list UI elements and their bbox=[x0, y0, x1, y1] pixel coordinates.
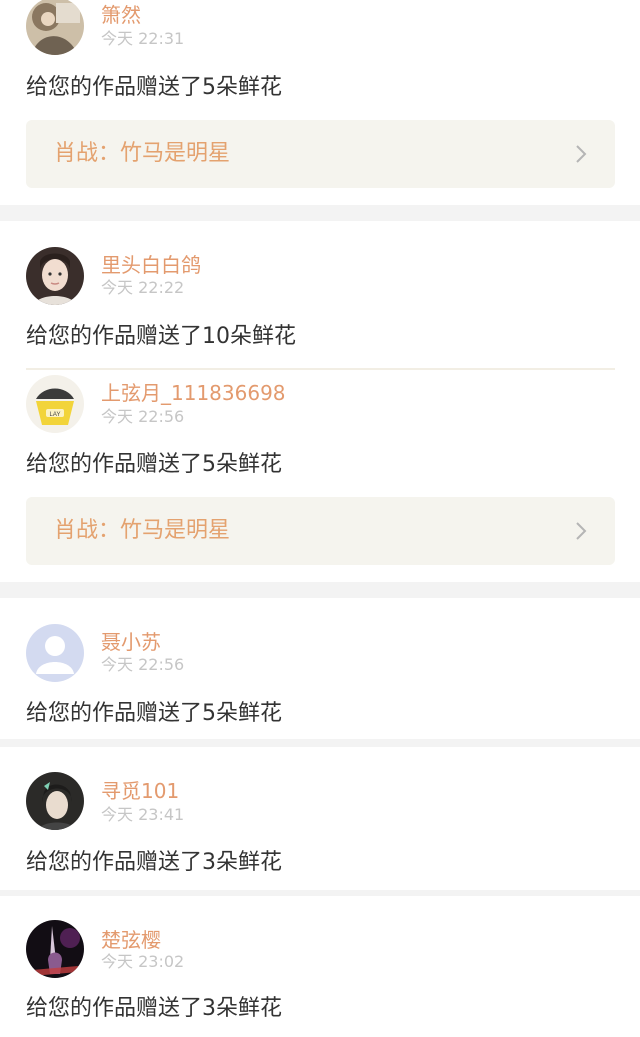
gift-message: 给您的作品赠送了3朵鲜花 bbox=[26, 996, 282, 1021]
section-divider bbox=[0, 205, 640, 221]
work-card[interactable]: 肖战：竹马是明星 bbox=[26, 497, 615, 565]
list-item: LAY 上弦月_111836698 今天 22:56 给您的作品赠送了5朵鲜花 … bbox=[0, 369, 640, 579]
list-item: 箫然 今天 22:31 给您的作品赠送了5朵鲜花 肖战：竹马是明星 bbox=[0, 0, 640, 200]
user-name[interactable]: 上弦月_111836698 bbox=[101, 381, 286, 405]
list-item: 楚弦樱 今天 23:02 给您的作品赠送了3朵鲜花 bbox=[0, 896, 640, 1037]
gift-message: 给您的作品赠送了10朵鲜花 bbox=[26, 324, 296, 349]
section-divider bbox=[0, 739, 640, 747]
user-name[interactable]: 聂小苏 bbox=[101, 630, 161, 654]
user-name[interactable]: 里头白白鸽 bbox=[101, 253, 201, 277]
avatar[interactable] bbox=[26, 920, 84, 978]
avatar[interactable] bbox=[26, 0, 84, 55]
user-name[interactable]: 寻觅101 bbox=[101, 779, 179, 803]
user-name[interactable]: 箫然 bbox=[101, 3, 141, 27]
list-item: 寻觅101 今天 23:41 给您的作品赠送了3朵鲜花 bbox=[0, 747, 640, 890]
gift-notification-feed: 箫然 今天 22:31 给您的作品赠送了5朵鲜花 肖战：竹马是明星 里头白白鸽 … bbox=[0, 0, 640, 1037]
timestamp: 今天 22:22 bbox=[101, 278, 185, 297]
work-title: 肖战：竹马是明星 bbox=[54, 518, 231, 543]
list-item: 里头白白鸽 今天 22:22 给您的作品赠送了10朵鲜花 bbox=[0, 221, 640, 370]
gift-message: 给您的作品赠送了5朵鲜花 bbox=[26, 452, 282, 477]
avatar[interactable] bbox=[26, 247, 84, 305]
avatar[interactable]: LAY bbox=[26, 375, 84, 433]
work-card[interactable]: 肖战：竹马是明星 bbox=[26, 120, 615, 188]
timestamp: 今天 22:56 bbox=[101, 407, 185, 426]
chevron-right-icon bbox=[576, 522, 587, 540]
timestamp: 今天 23:41 bbox=[101, 805, 185, 824]
timestamp: 今天 22:56 bbox=[101, 655, 185, 674]
avatar-badge-text: LAY bbox=[50, 412, 61, 418]
list-item: 聂小苏 今天 22:56 给您的作品赠送了5朵鲜花 bbox=[0, 598, 640, 738]
chevron-right-icon bbox=[576, 145, 587, 163]
default-avatar-icon[interactable] bbox=[26, 624, 84, 682]
work-title: 肖战：竹马是明星 bbox=[54, 141, 231, 166]
section-divider bbox=[0, 582, 640, 598]
user-name[interactable]: 楚弦樱 bbox=[101, 928, 161, 952]
timestamp: 今天 22:31 bbox=[101, 29, 185, 48]
timestamp: 今天 23:02 bbox=[101, 952, 185, 971]
avatar[interactable] bbox=[26, 772, 84, 830]
gift-message: 给您的作品赠送了5朵鲜花 bbox=[26, 75, 282, 100]
gift-message: 给您的作品赠送了5朵鲜花 bbox=[26, 701, 282, 726]
gift-message: 给您的作品赠送了3朵鲜花 bbox=[26, 850, 282, 875]
